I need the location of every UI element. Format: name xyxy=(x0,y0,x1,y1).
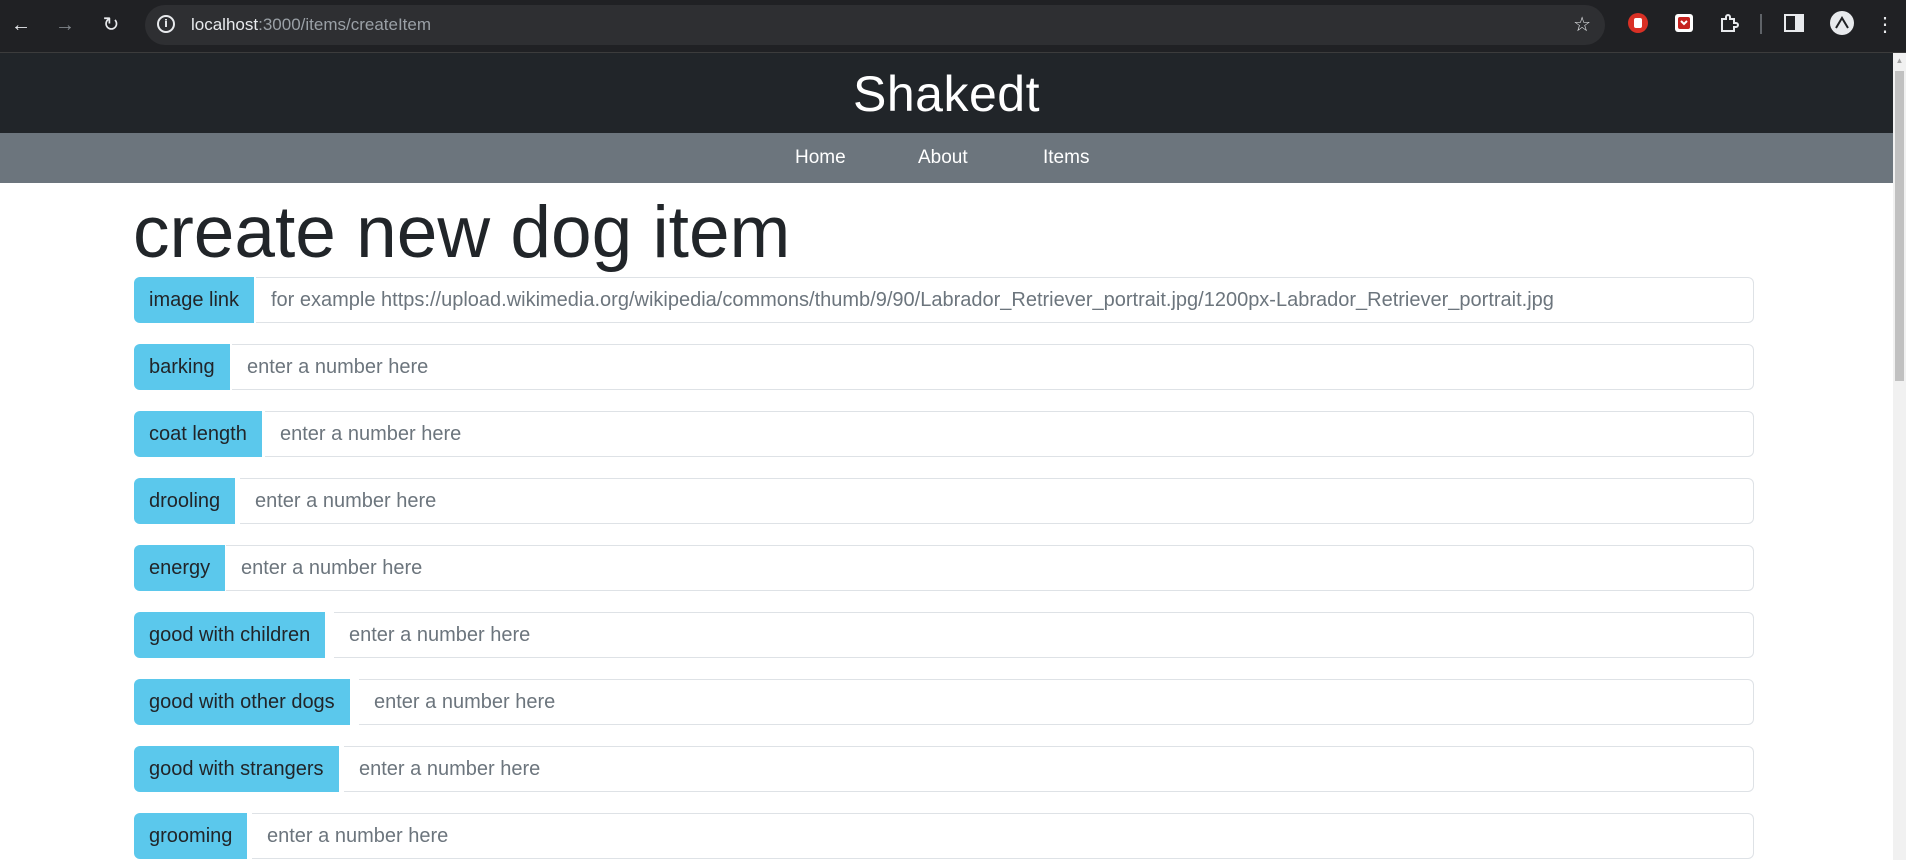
field-good-with-strangers: good with strangers xyxy=(134,746,1754,792)
field-label: good with other dogs xyxy=(134,679,350,725)
drooling-input[interactable] xyxy=(240,478,1754,524)
browser-toolbar: ← → ↻ i localhost:3000/items/createItem … xyxy=(0,0,1906,53)
side-panel-icon[interactable] xyxy=(1783,12,1805,34)
energy-input[interactable] xyxy=(226,545,1754,591)
browser-menu-icon[interactable]: ⋮ xyxy=(1870,10,1900,40)
field-good-with-children: good with children xyxy=(134,612,1754,658)
field-coat-length: coat length xyxy=(134,411,1754,457)
field-label: drooling xyxy=(134,478,236,524)
nav-link-about[interactable]: About xyxy=(918,133,968,183)
site-info-icon[interactable]: i xyxy=(157,15,175,33)
site-header: Shakedt xyxy=(0,53,1893,133)
image-link-input[interactable] xyxy=(256,277,1754,323)
field-label: grooming xyxy=(134,813,248,859)
back-icon[interactable]: ← xyxy=(6,10,36,40)
profile-avatar-icon[interactable] xyxy=(1829,10,1855,36)
page-title: create new dog item xyxy=(133,192,791,273)
nav-link-home[interactable]: Home xyxy=(795,133,846,183)
nav-link-items[interactable]: Items xyxy=(1043,133,1089,183)
barking-input[interactable] xyxy=(232,344,1754,390)
url-host: localhost xyxy=(191,15,259,34)
field-label: barking xyxy=(134,344,230,390)
coat-length-input[interactable] xyxy=(265,411,1754,457)
field-label: coat length xyxy=(134,411,262,457)
pocket-extension-icon[interactable] xyxy=(1673,12,1695,34)
field-image-link: image link xyxy=(134,277,1754,323)
address-bar[interactable]: i localhost:3000/items/createItem ☆ xyxy=(145,5,1605,45)
good-with-other-dogs-input[interactable] xyxy=(359,679,1754,725)
field-label: energy xyxy=(134,545,226,591)
extensions-puzzle-icon[interactable] xyxy=(1718,12,1740,34)
scroll-up-icon[interactable]: ▲ xyxy=(1893,53,1906,69)
field-label: good with children xyxy=(134,612,326,658)
site-title: Shakedt xyxy=(853,66,1040,122)
field-good-with-other-dogs: good with other dogs xyxy=(134,679,1754,725)
url-text[interactable]: localhost:3000/items/createItem xyxy=(191,5,431,45)
field-label: image link xyxy=(134,277,255,323)
url-path: :3000/items/createItem xyxy=(258,15,432,34)
bookmark-star-icon[interactable]: ☆ xyxy=(1573,5,1591,45)
toolbar-divider xyxy=(1760,14,1762,34)
field-energy: energy xyxy=(134,545,1754,591)
site-nav: Home About Items xyxy=(0,133,1893,183)
reload-icon[interactable]: ↻ xyxy=(96,10,126,40)
good-with-children-input[interactable] xyxy=(334,612,1754,658)
forward-icon[interactable]: → xyxy=(50,10,80,40)
field-barking: barking xyxy=(134,344,1754,390)
stop-extension-icon[interactable] xyxy=(1627,12,1649,34)
good-with-strangers-input[interactable] xyxy=(344,746,1754,792)
field-grooming: grooming xyxy=(134,813,1754,859)
field-drooling: drooling xyxy=(134,478,1754,524)
page-scrollbar[interactable]: ▲ xyxy=(1893,53,1906,860)
field-label: good with strangers xyxy=(134,746,339,792)
grooming-input[interactable] xyxy=(252,813,1754,859)
scrollbar-thumb[interactable] xyxy=(1895,71,1904,381)
